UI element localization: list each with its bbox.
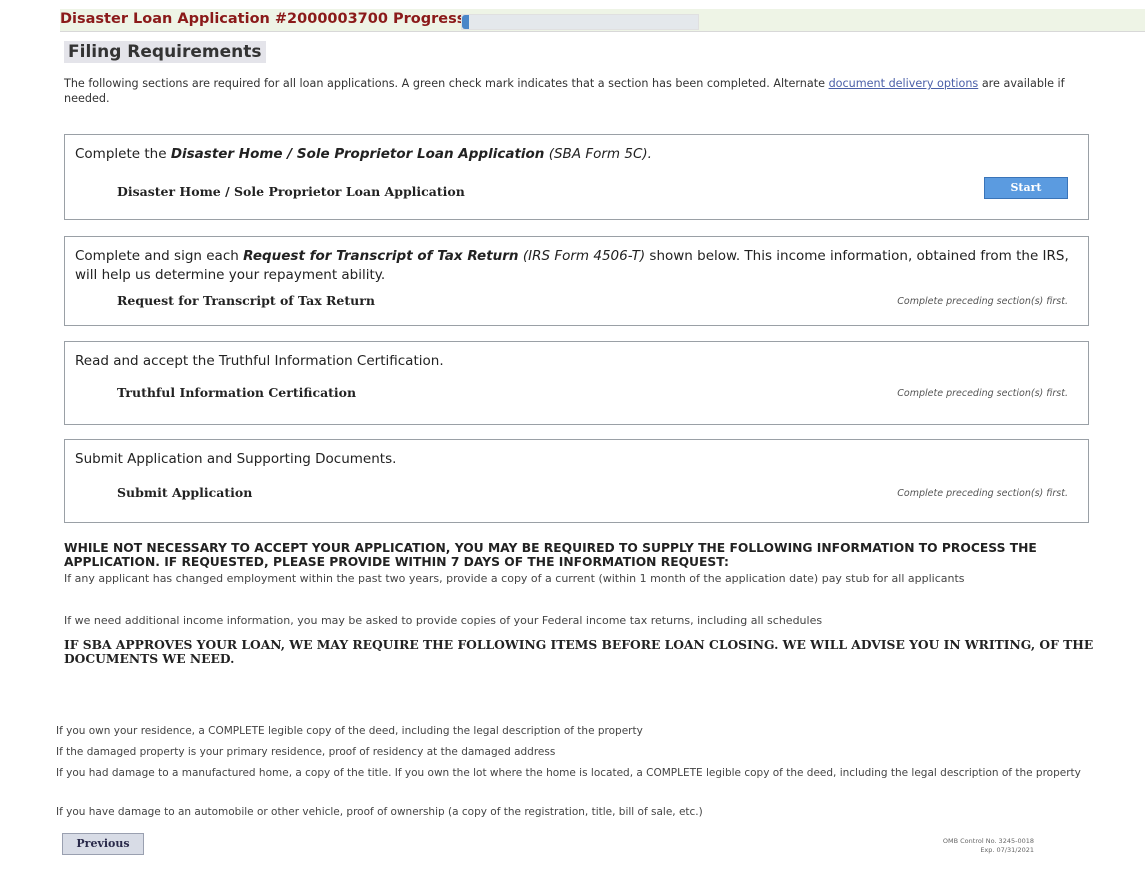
- section-lead: Submit Application and Supporting Docume…: [75, 451, 397, 467]
- progress-bar-fill: [462, 15, 470, 29]
- intro-text-body: The following sections are required for …: [64, 77, 825, 90]
- section-item-label: Truthful Information Certification: [117, 385, 357, 400]
- section-tax-transcript: Complete and sign each Request for Trans…: [64, 236, 1089, 326]
- section-loan-application: Complete the Disaster Home / Sole Propri…: [64, 134, 1089, 220]
- section-truthful-certification: Read and accept the Truthful Information…: [64, 341, 1089, 425]
- section-lead-prefix: Complete and sign each: [75, 248, 239, 264]
- section-lead-emphasis: Disaster Home / Sole Proprietor Loan App…: [170, 146, 545, 162]
- section-status: Complete preceding section(s) first.: [897, 388, 1068, 399]
- section-lead: Read and accept the Truthful Information…: [75, 353, 444, 369]
- section-item-label: Submit Application: [117, 485, 253, 500]
- closing-doc-item: If the damaged property is your primary …: [56, 746, 556, 758]
- closing-doc-item: If you own your residence, a COMPLETE le…: [56, 725, 643, 737]
- application-header: Disaster Loan Application #2000003700 Pr…: [60, 9, 1145, 32]
- section-submit-application: Submit Application and Supporting Docume…: [64, 439, 1089, 523]
- notice-employment: If any applicant has changed employment …: [64, 572, 965, 585]
- omb-control-info: OMB Control No. 3245-0018 Exp. 07/31/202…: [943, 837, 1034, 855]
- previous-button[interactable]: Previous: [62, 833, 144, 855]
- page-title: Filing Requirements: [64, 41, 266, 63]
- notice-income: If we need additional income information…: [64, 614, 823, 627]
- application-progress-title: Disaster Loan Application #2000003700 Pr…: [60, 11, 466, 27]
- section-status: Complete preceding section(s) first.: [897, 488, 1068, 499]
- progress-bar: [461, 14, 699, 30]
- document-delivery-options-link[interactable]: document delivery options: [829, 77, 979, 90]
- section-lead-emphasis: Request for Transcript of Tax Return: [243, 248, 519, 264]
- section-item-label: Request for Transcript of Tax Return: [117, 293, 375, 308]
- closing-doc-item: If you had damage to a manufactured home…: [56, 767, 1081, 779]
- omb-control-number: OMB Control No. 3245-0018: [942, 837, 1034, 845]
- section-lead-form: (IRS Form 4506-T): [522, 248, 646, 264]
- section-status: Complete preceding section(s) first.: [897, 296, 1068, 307]
- section-item-label: Disaster Home / Sole Proprietor Loan App…: [117, 184, 465, 199]
- additional-info-heading: WHILE NOT NECESSARY TO ACCEPT YOUR APPLI…: [64, 541, 1037, 569]
- closing-doc-item: If you have damage to an automobile or o…: [56, 806, 703, 818]
- intro-text: The following sections are required for …: [64, 76, 1074, 106]
- omb-expiration: Exp. 07/31/2021: [980, 846, 1034, 854]
- start-button[interactable]: Start: [984, 177, 1068, 199]
- section-lead: Complete and sign each Request for Trans…: [75, 247, 1075, 285]
- section-lead: Complete the Disaster Home / Sole Propri…: [75, 145, 1075, 164]
- section-lead-form: (SBA Form 5C).: [548, 146, 652, 162]
- loan-closing-heading: IF SBA APPROVES YOUR LOAN, WE MAY REQUIR…: [64, 637, 1094, 666]
- section-lead-prefix: Complete the: [75, 146, 167, 162]
